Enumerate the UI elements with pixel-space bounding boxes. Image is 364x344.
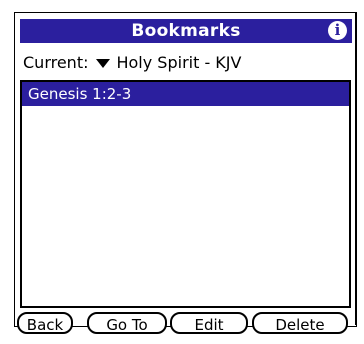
current-selector[interactable]: Current: Holy Spirit - KJV bbox=[23, 50, 241, 74]
current-value[interactable]: Holy Spirit - KJV bbox=[116, 53, 241, 72]
title-bar: Bookmarks i bbox=[20, 19, 352, 43]
list-item-label: Genesis 1:2-3 bbox=[28, 85, 132, 103]
dropdown-triangle-icon[interactable] bbox=[96, 58, 111, 68]
go-to-button[interactable]: Go To bbox=[87, 312, 167, 334]
current-label: Current: bbox=[23, 52, 89, 72]
page-title: Bookmarks bbox=[131, 21, 241, 41]
back-button[interactable]: Back bbox=[17, 312, 73, 334]
device-edge bbox=[355, 12, 357, 325]
list-item[interactable]: Genesis 1:2-3 bbox=[22, 82, 349, 106]
delete-button[interactable]: Delete bbox=[252, 312, 348, 334]
bookmark-list[interactable]: Genesis 1:2-3 bbox=[20, 80, 351, 308]
edit-button[interactable]: Edit bbox=[170, 312, 248, 334]
info-icon[interactable]: i bbox=[328, 21, 347, 40]
